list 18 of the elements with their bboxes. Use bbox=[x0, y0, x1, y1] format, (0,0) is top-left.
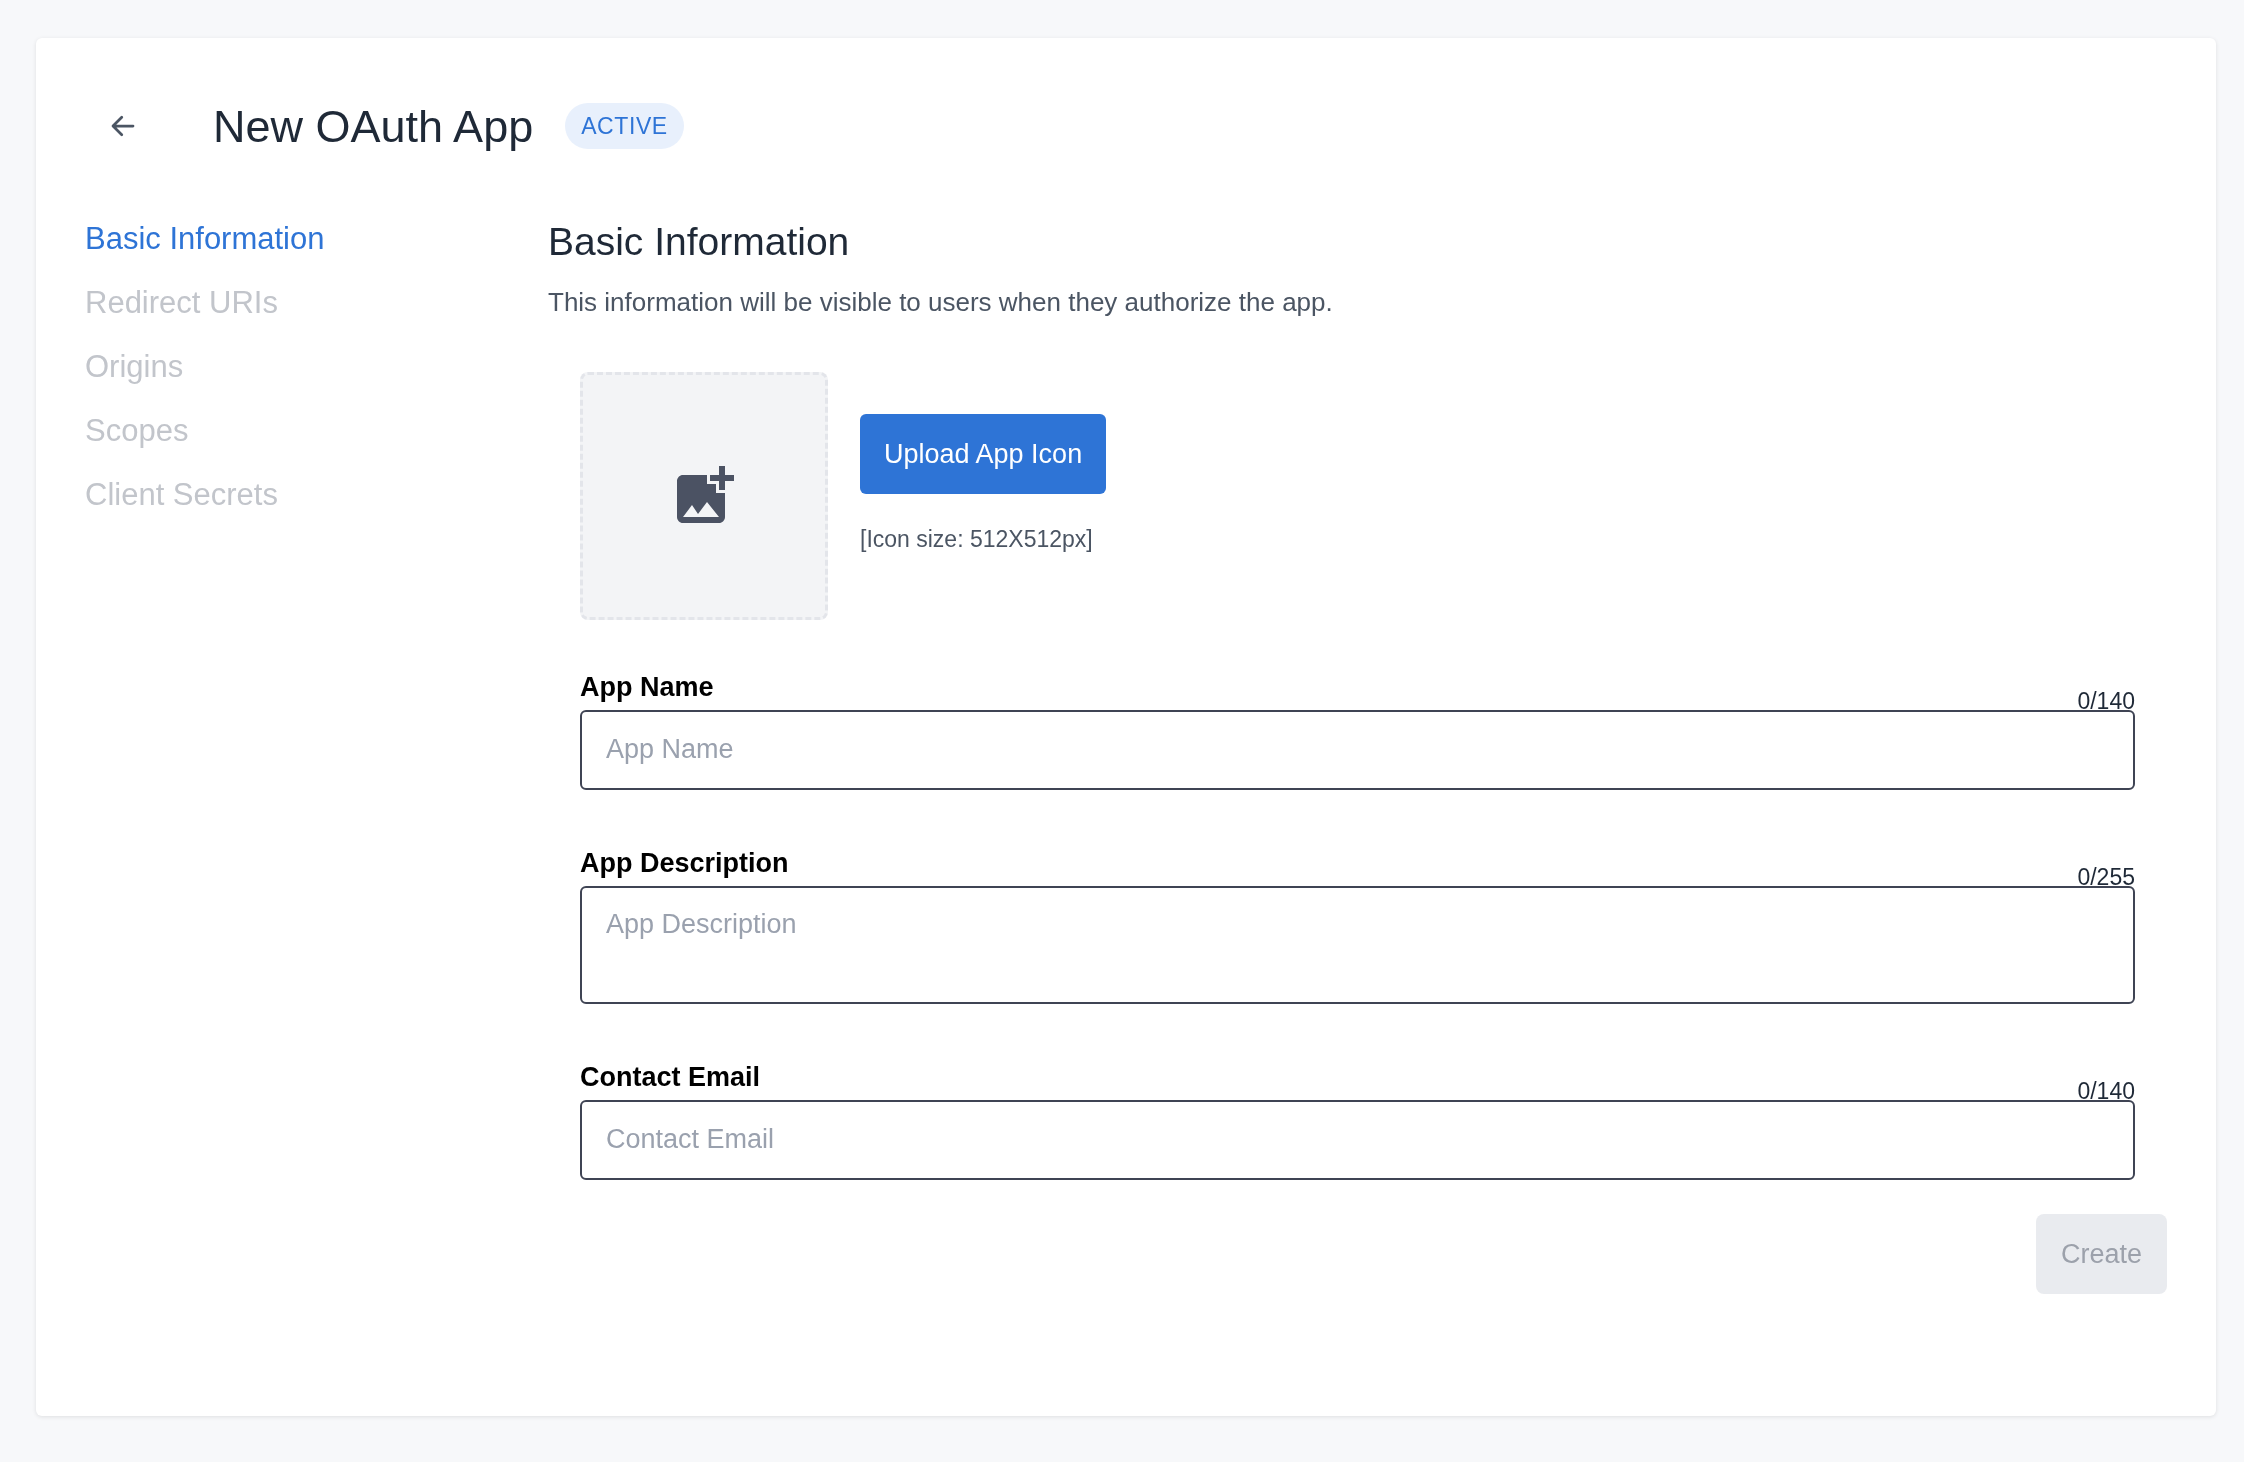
sidebar-item[interactable]: Scopes bbox=[85, 412, 548, 450]
sidebar-item[interactable]: Redirect URIs bbox=[85, 284, 548, 322]
textarea-field[interactable]: App Description bbox=[580, 885, 2135, 1004]
image-drop-zone[interactable] bbox=[580, 371, 828, 620]
sidebar-item[interactable]: Origins bbox=[85, 348, 548, 386]
sidebar-item[interactable]: Basic Information bbox=[85, 220, 548, 258]
field-label: App Description bbox=[580, 846, 789, 880]
field-label: App Name bbox=[580, 670, 714, 704]
section-description: This information will be visible to users when they authorize the app. bbox=[548, 285, 1334, 319]
sidebar-item[interactable]: Client Secrets bbox=[85, 476, 548, 514]
input-field[interactable]: Contact Email bbox=[580, 1099, 2135, 1180]
icon-size-hint: [Icon size: 512X512px] bbox=[860, 524, 1094, 554]
status-badge: ACTIVE bbox=[565, 103, 684, 149]
section-title: Basic Information bbox=[548, 219, 851, 265]
input-field[interactable]: App Name bbox=[580, 709, 2135, 790]
page-title: New OAuth App bbox=[213, 103, 534, 149]
field-label: Contact Email bbox=[580, 1060, 761, 1094]
upload-button[interactable]: Upload App Icon bbox=[860, 413, 1107, 494]
